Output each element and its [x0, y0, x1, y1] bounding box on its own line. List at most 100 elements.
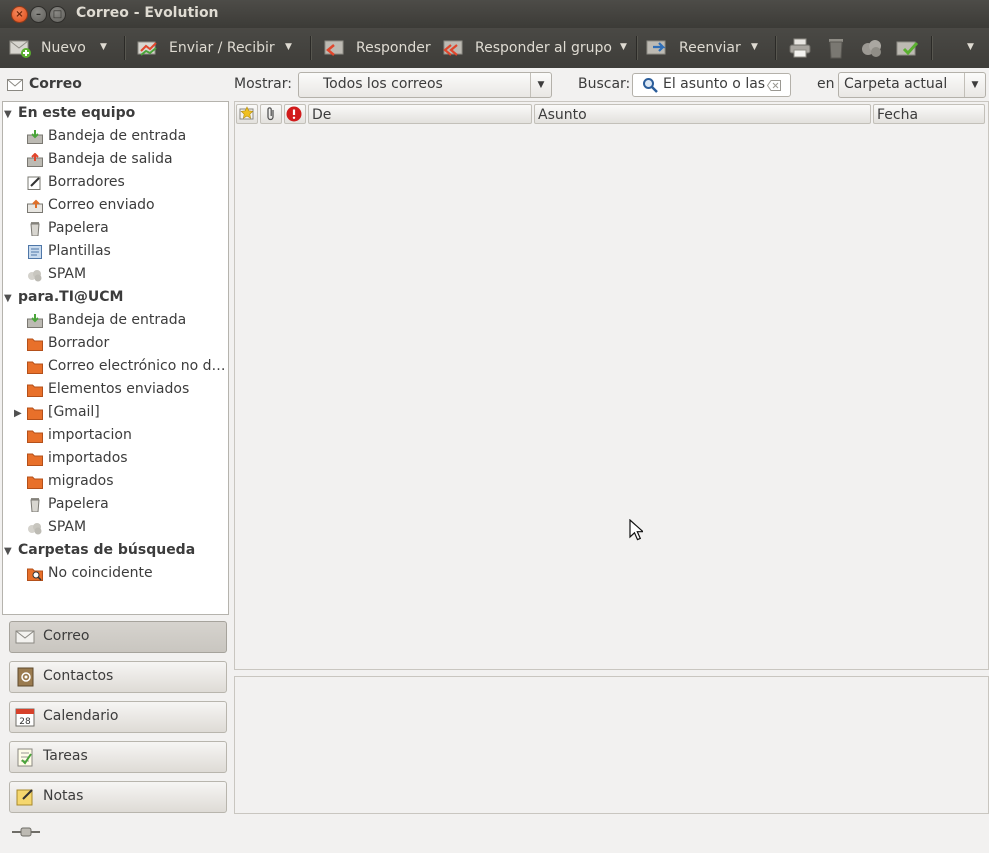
not-junk-button[interactable] [896, 28, 920, 68]
clear-search-icon[interactable] [766, 79, 781, 95]
expand-arrow-icon[interactable]: ▼ [4, 293, 12, 304]
in-label: en [817, 76, 835, 92]
folder-label: Bandeja de salida [48, 151, 173, 167]
toolbar-separator [636, 36, 638, 60]
reply-button[interactable]: Responder [322, 28, 431, 68]
switcher-label: Tareas [43, 748, 88, 764]
folder-icon [27, 474, 43, 489]
account-local[interactable]: En este equipo [18, 102, 135, 125]
search-label: Buscar: [578, 76, 631, 92]
new-button[interactable]: Nuevo [9, 28, 86, 68]
calendar-day-text: 28 [19, 717, 31, 727]
folder-item[interactable]: importados [27, 447, 227, 470]
search-icon[interactable] [642, 77, 658, 97]
folder-item[interactable]: migrados [27, 470, 227, 493]
switcher-contacts-button[interactable]: Contactos [9, 661, 227, 693]
contacts-icon [15, 667, 35, 687]
search-scope-select[interactable]: Carpeta actual ▼ [838, 72, 986, 98]
new-label: Nuevo [41, 40, 86, 56]
close-window-button[interactable]: × [11, 6, 28, 23]
subject-column-header[interactable]: Asunto [534, 104, 871, 124]
folder-icon [27, 451, 43, 466]
folder-trash[interactable]: Papelera [27, 217, 227, 240]
folder-item[interactable]: Elementos enviados [27, 378, 227, 401]
important-icon [286, 106, 302, 122]
notes-icon [15, 787, 35, 807]
minimize-window-button[interactable]: – [30, 6, 47, 23]
junk-button[interactable] [860, 28, 884, 68]
importance-column-header[interactable] [284, 104, 306, 124]
inbox-icon [27, 313, 43, 328]
folder-spam[interactable]: SPAM [27, 516, 227, 539]
folder-label: importacion [48, 427, 132, 443]
show-filter-select[interactable]: Todos los correos ▼ [298, 72, 552, 98]
expand-arrow-icon[interactable]: ▼ [4, 109, 12, 120]
junk-icon [860, 37, 884, 59]
offline-status-icon[interactable] [12, 826, 40, 842]
folder-item[interactable]: importacion [27, 424, 227, 447]
collapsed-arrow-icon[interactable]: ▶ [14, 408, 22, 419]
folder-label: No coincidente [48, 565, 153, 581]
folder-tree[interactable]: ▼ En este equipo Bandeja de entrada Band… [2, 101, 229, 615]
tasks-icon [15, 747, 35, 767]
new-dropdown-arrow-icon[interactable]: ▼ [100, 42, 107, 52]
delete-button[interactable] [824, 28, 848, 68]
message-list[interactable]: De Asunto Fecha [234, 101, 989, 670]
folder-label: SPAM [48, 266, 87, 282]
reply-group-button[interactable]: Responder al grupo [441, 28, 612, 68]
folder-unmatched[interactable]: No coincidente [27, 562, 227, 585]
folder-sent[interactable]: Correo enviado [27, 194, 227, 217]
folder-inbox[interactable]: Bandeja de entrada [27, 125, 227, 148]
send-receive-label: Enviar / Recibir [169, 40, 275, 56]
chevron-down-icon: ▼ [964, 73, 985, 97]
trash-icon [27, 221, 43, 237]
window-title: Correo - Evolution [76, 5, 219, 21]
folder-item[interactable]: Borrador [27, 332, 227, 355]
folder-label: Borrador [48, 335, 110, 351]
folder-trash[interactable]: Papelera [27, 493, 227, 516]
folder-label: importados [48, 450, 128, 466]
forward-button[interactable]: Reenviar [645, 28, 741, 68]
calendar-icon: 28 [15, 707, 35, 727]
switcher-tasks-button[interactable]: Tareas [9, 741, 227, 773]
account-ucm[interactable]: para.TI@UCM [18, 286, 123, 309]
switcher-notes-button[interactable]: Notas [9, 781, 227, 813]
toolbar-separator [931, 36, 933, 60]
chevron-down-icon: ▼ [530, 73, 551, 97]
folder-label: Borradores [48, 174, 125, 190]
folder-drafts[interactable]: Borradores [27, 171, 227, 194]
folder-label: Plantillas [48, 243, 111, 259]
switcher-label: Correo [43, 628, 90, 644]
date-column-header[interactable]: Fecha [873, 104, 985, 124]
reply-group-dropdown-arrow-icon[interactable]: ▼ [620, 42, 627, 52]
toolbar-overflow-arrow-icon[interactable]: ▼ [967, 42, 974, 52]
paperclip-icon [267, 107, 274, 121]
search-scope-value: Carpeta actual [844, 76, 948, 92]
switcher-mail-button[interactable]: Correo [9, 621, 227, 653]
expand-arrow-icon[interactable]: ▼ [4, 546, 12, 557]
attachment-column-header[interactable] [260, 104, 282, 124]
forward-dropdown-arrow-icon[interactable]: ▼ [751, 42, 758, 52]
templates-icon [27, 244, 43, 259]
folder-label: Bandeja de entrada [48, 312, 187, 328]
folder-templates[interactable]: Plantillas [27, 240, 227, 263]
send-receive-button[interactable]: Enviar / Recibir [137, 28, 275, 68]
search-input[interactable]: El asunto o las [632, 73, 791, 97]
flag-column-header[interactable] [236, 104, 258, 124]
toolbar-separator [310, 36, 312, 60]
search-folders-group[interactable]: Carpetas de búsqueda [18, 539, 195, 562]
folder-item[interactable]: Correo electrónico no d… [27, 355, 227, 378]
print-button[interactable] [788, 28, 812, 68]
sidebar-header: Correo [0, 70, 230, 100]
send-receive-dropdown-arrow-icon[interactable]: ▼ [285, 42, 292, 52]
folder-gmail[interactable]: [Gmail] [27, 401, 227, 424]
maximize-window-button[interactable]: □ [49, 6, 66, 23]
folder-label: [Gmail] [48, 404, 100, 420]
switcher-calendar-button[interactable]: 28 Calendario [9, 701, 227, 733]
folder-spam[interactable]: SPAM [27, 263, 227, 286]
from-column-header[interactable]: De [308, 104, 532, 124]
folder-outbox[interactable]: Bandeja de salida [27, 148, 227, 171]
reply-label: Responder [356, 40, 431, 56]
folder-inbox[interactable]: Bandeja de entrada [27, 309, 227, 332]
drafts-icon [27, 175, 43, 190]
